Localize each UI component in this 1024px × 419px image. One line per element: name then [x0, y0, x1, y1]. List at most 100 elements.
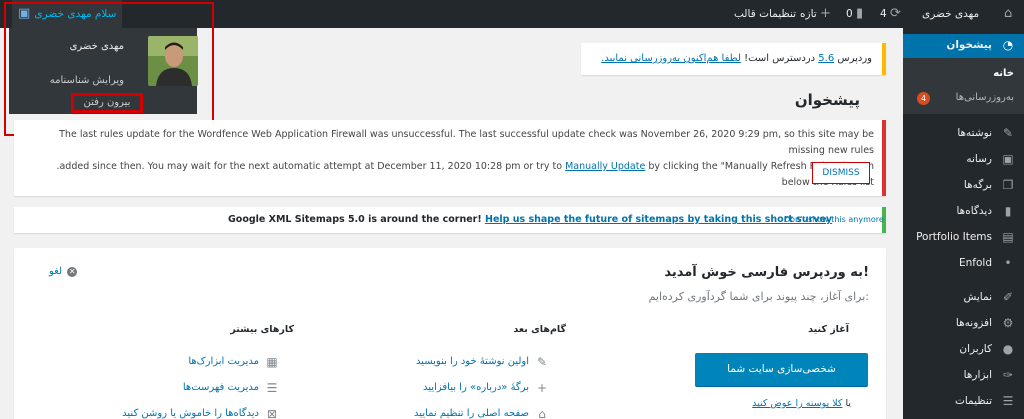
portfolio-icon: ▤ — [1002, 230, 1014, 244]
update-nag: وردپرس 5.6 دردسترس است! لطفا هم‌اکنون به… — [581, 43, 886, 75]
sidebar-label: کاربران — [959, 343, 992, 355]
link-label: دیدگاه‌ها را خاموش یا روشن کنید — [122, 408, 259, 419]
new-content-link[interactable]: تازه + — [800, 0, 831, 28]
write-first-post-link[interactable]: اولین نوشتهٔ خود را بنویسید ✎ — [416, 355, 547, 369]
sidebar-label: نوشته‌ها — [957, 127, 992, 139]
welcome-title: به وردپرس فارسی خوش آمدید! — [664, 265, 869, 280]
page-title: پیشخوان — [794, 91, 860, 109]
theme-settings-link[interactable]: تنظیمات قالب — [734, 0, 796, 28]
sidebar-item-appearance[interactable]: نمایش ✐ — [903, 286, 1024, 312]
new-label: تازه — [800, 8, 817, 20]
sidebar-item-portfolio[interactable]: Portfolio Items ▤ — [903, 226, 1024, 252]
welcome-dismiss-link[interactable]: لغو ✕ — [49, 266, 78, 277]
sidebar-label: Portfolio Items — [916, 231, 992, 243]
plus-icon: + — [536, 381, 548, 395]
plugin-icon: ⚙ — [1002, 316, 1014, 330]
home-icon: ⌂ — [538, 407, 546, 419]
sidebar-label: نمایش — [963, 291, 992, 303]
notice-line-2a: .added since then. You may wait for the … — [56, 161, 566, 172]
greeting-text: سلام مهدی خضری — [34, 8, 117, 20]
welcome-about: برای آغاز، چند پیوند برای شما گردآوری کر… — [648, 290, 869, 303]
add-about-page-link[interactable]: برگهٔ «درباره» را بیافزایید + — [423, 381, 547, 395]
user-icon: ● — [1002, 342, 1014, 356]
refresh-icon: ⟳ — [890, 6, 901, 21]
sidebar-label: ابزارها — [963, 369, 992, 381]
sidebar-label: به‌روزرسانی‌ها — [955, 92, 1014, 103]
welcome-dismiss-label: لغو — [49, 266, 63, 277]
comment-bubble-icon: ▮ — [856, 6, 864, 21]
updates-count: 4 — [880, 8, 887, 20]
edit-pencil-icon: ✎ — [536, 355, 548, 369]
link-label: برگهٔ «درباره» را بیافزایید — [423, 382, 529, 393]
comment-bubble-icon: ▮ — [1004, 204, 1012, 218]
sitemap-notice-text: Google XML Sitemaps 5.0 is around the co… — [228, 207, 832, 233]
menu-list-icon: ☰ — [266, 381, 278, 395]
dont-show-link[interactable]: Don't show this anymore — [784, 207, 884, 233]
manage-widgets-link[interactable]: مدیریت ابزارک‌ها ▦ — [188, 355, 277, 369]
update-now-link[interactable]: لطفا هم‌اکنون به‌روزرسانی نمایید. — [601, 53, 741, 64]
link-label: صفحه اصلی را تنظیم نمایید — [414, 408, 529, 419]
updates-badge: 4 — [917, 92, 930, 105]
update-nag-prefix: وردپرس — [834, 53, 872, 64]
sidebar-subitem-home[interactable]: خانه — [903, 64, 1024, 86]
dismiss-button[interactable]: DISMISS — [812, 162, 870, 184]
toggle-comments-link[interactable]: دیدگاه‌ها را خاموش یا روشن کنید ⊠ — [122, 407, 277, 419]
sidebar-item-pages[interactable]: برگه‌ها ❐ — [903, 174, 1024, 200]
sidebar-item-settings[interactable]: تنظیمات ☰ — [903, 390, 1024, 416]
notice-text: The last rules update for the Wordfence … — [32, 127, 874, 191]
main-content: وردپرس 5.6 دردسترس است! لطفا هم‌اکنون به… — [0, 28, 903, 419]
plus-icon: + — [820, 6, 831, 21]
column-heading-next-steps: گام‌های بعد — [513, 324, 566, 335]
pages-icon: ❐ — [1002, 178, 1014, 192]
wrench-icon: ✑ — [1002, 368, 1014, 382]
my-account-link[interactable]: ▣ سلام مهدی خضری — [12, 0, 123, 28]
comments-count: 0 — [846, 8, 853, 20]
change-theme-link[interactable]: کلا پوسته را عوض کنید — [752, 398, 842, 409]
survey-link[interactable]: Help us shape the future of sitemaps by … — [485, 214, 832, 225]
welcome-panel: به وردپرس فارسی خوش آمدید! برای آغاز، چن… — [14, 248, 886, 419]
sidebar-subitem-updates[interactable]: به‌روزرسانی‌ها 4 — [903, 88, 1024, 110]
sidebar-label: برگه‌ها — [963, 179, 992, 191]
sidebar-item-comments[interactable]: دیدگاه‌ها ▮ — [903, 200, 1024, 226]
sidebar-item-posts[interactable]: نوشته‌ها ✎ — [903, 122, 1024, 148]
notice-line-2: .added since then. You may wait for the … — [32, 159, 874, 191]
version-link[interactable]: 5.6 — [818, 53, 834, 64]
sidebar-item-media[interactable]: رسانه ▣ — [903, 148, 1024, 174]
updates-link[interactable]: 4 ⟳ — [880, 0, 901, 28]
sidebar-label: Enfold — [959, 257, 992, 269]
comments-link[interactable]: 0 ▮ — [846, 0, 863, 28]
sitemap-notice: Google XML Sitemaps 5.0 is around the co… — [14, 207, 886, 233]
media-icon: ▣ — [1002, 152, 1014, 166]
dashboard-gauge-icon: ◔ — [1002, 38, 1014, 52]
sidebar-item-dashboard[interactable]: پیشخوان ◔ — [895, 34, 1024, 60]
customize-site-button[interactable]: شخصی‌سازی سایت شما — [695, 353, 868, 386]
change-theme-text: یا کلا پوسته را عوض کنید — [752, 398, 851, 409]
wordfence-error-notice: The last rules update for the Wordfence … — [14, 120, 886, 196]
enfold-icon: • — [1004, 256, 1012, 270]
comments-off-icon: ⊠ — [266, 407, 278, 419]
sidebar-item-enfold[interactable]: Enfold • — [903, 252, 1024, 278]
change-theme-prefix: یا — [842, 398, 851, 409]
manual-update-link[interactable]: Manually Update — [565, 161, 645, 172]
widgets-icon: ▦ — [266, 355, 278, 369]
sidebar-item-tools[interactable]: ابزارها ✑ — [903, 364, 1024, 390]
sidebar-label: افزونه‌ها — [955, 317, 992, 329]
paintbrush-icon: ✐ — [1002, 290, 1014, 304]
sitemap-bold-text: Google XML Sitemaps 5.0 is around the co… — [228, 214, 485, 225]
manage-menus-link[interactable]: مدیریت فهرست‌ها ☰ — [183, 381, 278, 395]
admin-sidebar: پیشخوان ◔ خانه به‌روزرسانی‌ها 4 نوشته‌ها… — [895, 28, 1024, 419]
wordpress-logo-icon[interactable]: ⌂ — [1004, 0, 1012, 28]
admin-bar: ⌂ مهدی خضری 4 ⟳ 0 ▮ تازه + تنظیمات قالب … — [0, 0, 1024, 28]
setup-homepage-link[interactable]: صفحه اصلی را تنظیم نمایید ⌂ — [414, 407, 546, 419]
sidebar-item-users[interactable]: کاربران ● — [903, 338, 1024, 364]
site-name-link[interactable]: مهدی خضری — [922, 0, 979, 28]
sidebar-label: رسانه — [966, 153, 992, 165]
sidebar-label: پیشخوان — [946, 39, 992, 51]
avatar-small-icon: ▣ — [18, 6, 35, 21]
sidebar-item-plugins[interactable]: افزونه‌ها ⚙ — [903, 312, 1024, 338]
sidebar-label: دیدگاه‌ها — [956, 205, 992, 217]
update-nag-middle: دردسترس است! — [740, 53, 819, 64]
pin-icon: ✎ — [1002, 126, 1014, 140]
settings-sliders-icon: ☰ — [1002, 394, 1014, 408]
close-icon: ✕ — [67, 267, 78, 277]
